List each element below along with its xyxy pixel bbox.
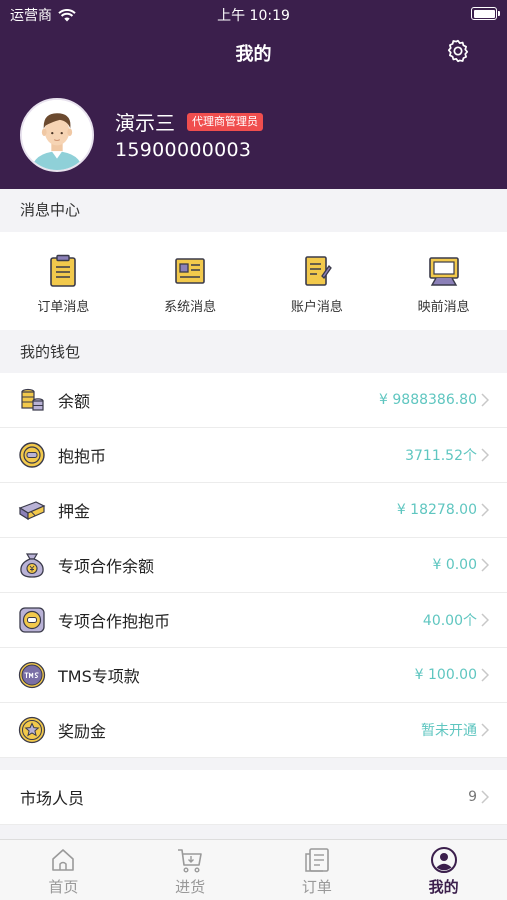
chevron-right-icon <box>481 613 489 627</box>
profile-header: 运营商 上午 10:19 我的 演示三 代理商管理员 15900000003 <box>0 0 507 189</box>
wallet-label: 余额 <box>58 392 91 411</box>
tab-mine[interactable]: 我的 <box>380 840 507 900</box>
market-staff-row[interactable]: 市场人员 9 <box>0 770 507 825</box>
wallet-row-baobao-coin[interactable]: 抱抱币 3711.52个 <box>0 428 507 483</box>
message-center: 订单消息 系统消息 账户消息 映前消息 <box>0 232 507 330</box>
wallet-row-bonus[interactable]: 奖励金 暂未开通 <box>0 703 507 758</box>
order-message-icon <box>50 254 77 287</box>
wallet-value: ¥ 100.00 <box>414 667 477 683</box>
pre-screening-message-button[interactable]: 映前消息 <box>380 232 507 330</box>
tab-label: 我的 <box>428 878 459 896</box>
account-message-icon <box>305 256 332 286</box>
wallet-value: ¥ 9888386.80 <box>379 392 477 408</box>
clock: 上午 10:19 <box>217 8 290 24</box>
special-coin-icon <box>19 607 45 633</box>
pre-screening-message-icon <box>428 257 459 286</box>
wallet-list: 余额 ¥ 9888386.80 抱抱币 3711.52个 押金 ¥ 18278.… <box>0 373 507 758</box>
system-message-icon <box>175 258 205 284</box>
wallet-value: 40.00个 <box>422 613 477 629</box>
battery-icon <box>471 7 500 20</box>
system-message-label: 系统消息 <box>164 300 217 315</box>
order-list-icon <box>305 848 329 872</box>
wallet-value: 暂未开通 <box>421 723 477 739</box>
chevron-right-icon <box>481 790 489 804</box>
wallet-label: 押金 <box>58 502 91 521</box>
wallet-label: 专项合作余额 <box>58 557 155 576</box>
chevron-right-icon <box>481 503 489 517</box>
coins-stack-icon <box>21 388 44 411</box>
tab-home[interactable]: 首页 <box>0 840 127 900</box>
avatar-illustration <box>22 100 92 170</box>
home-icon <box>52 849 75 871</box>
cash-bundle-icon <box>18 501 46 521</box>
page-title: 我的 <box>235 44 272 65</box>
wallet-row-deposit[interactable]: 押金 ¥ 18278.00 <box>0 483 507 538</box>
tab-label: 订单 <box>301 878 332 896</box>
wallet-row-special-balance[interactable]: 专项合作余额 ¥ 0.00 <box>0 538 507 593</box>
wallet-value: 3711.52个 <box>405 448 477 464</box>
account-message-button[interactable]: 账户消息 <box>254 232 381 330</box>
role-badge: 代理商管理员 <box>187 112 263 131</box>
wallet-label: 奖励金 <box>58 722 107 741</box>
pre-screening-message-label: 映前消息 <box>417 300 470 315</box>
avatar[interactable] <box>20 98 94 172</box>
wallet-title: 我的钱包 <box>20 343 81 361</box>
coin-icon <box>19 442 45 468</box>
profile-icon <box>430 847 457 873</box>
tms-coin-icon <box>18 661 46 689</box>
user-name: 演示三 <box>115 111 175 135</box>
chevron-right-icon <box>481 393 489 407</box>
tab-bar: 首页 进货 订单 我的 <box>0 839 507 900</box>
wallet-label: TMS专项款 <box>58 667 140 686</box>
system-message-button[interactable]: 系统消息 <box>127 232 254 330</box>
user-name-row: 演示三 代理商管理员 <box>115 107 263 136</box>
star-medal-icon <box>18 716 46 744</box>
status-bar: 运营商 上午 10:19 <box>0 0 507 28</box>
wallet-row-tms-fund[interactable]: TMS专项款 ¥ 100.00 <box>0 648 507 703</box>
gear-icon[interactable] <box>445 38 471 64</box>
tab-label: 进货 <box>175 878 206 896</box>
wallet-row-balance[interactable]: 余额 ¥ 9888386.80 <box>0 373 507 428</box>
chevron-right-icon <box>481 448 489 462</box>
tab-label: 首页 <box>48 878 79 896</box>
wallet-row-special-baobao-coin[interactable]: 专项合作抱抱币 40.00个 <box>0 593 507 648</box>
tab-restock[interactable]: 进货 <box>127 840 254 900</box>
wallet-value: ¥ 18278.00 <box>396 502 477 518</box>
chevron-right-icon <box>481 723 489 737</box>
market-staff-count: 9 <box>468 789 477 805</box>
message-center-title: 消息中心 <box>20 201 81 219</box>
chevron-right-icon <box>481 668 489 682</box>
market-staff-label: 市场人员 <box>20 789 85 808</box>
wallet-label: 抱抱币 <box>58 447 107 466</box>
chevron-right-icon <box>481 558 489 572</box>
user-phone: 15900000003 <box>115 139 252 161</box>
money-bag-icon <box>20 553 44 578</box>
cart-icon <box>178 849 202 873</box>
wallet-label: 专项合作抱抱币 <box>58 612 171 631</box>
tab-orders[interactable]: 订单 <box>254 840 381 900</box>
account-message-label: 账户消息 <box>290 300 343 315</box>
order-message-button[interactable]: 订单消息 <box>0 232 127 330</box>
order-message-label: 订单消息 <box>37 300 90 315</box>
wallet-value: ¥ 0.00 <box>432 557 477 573</box>
